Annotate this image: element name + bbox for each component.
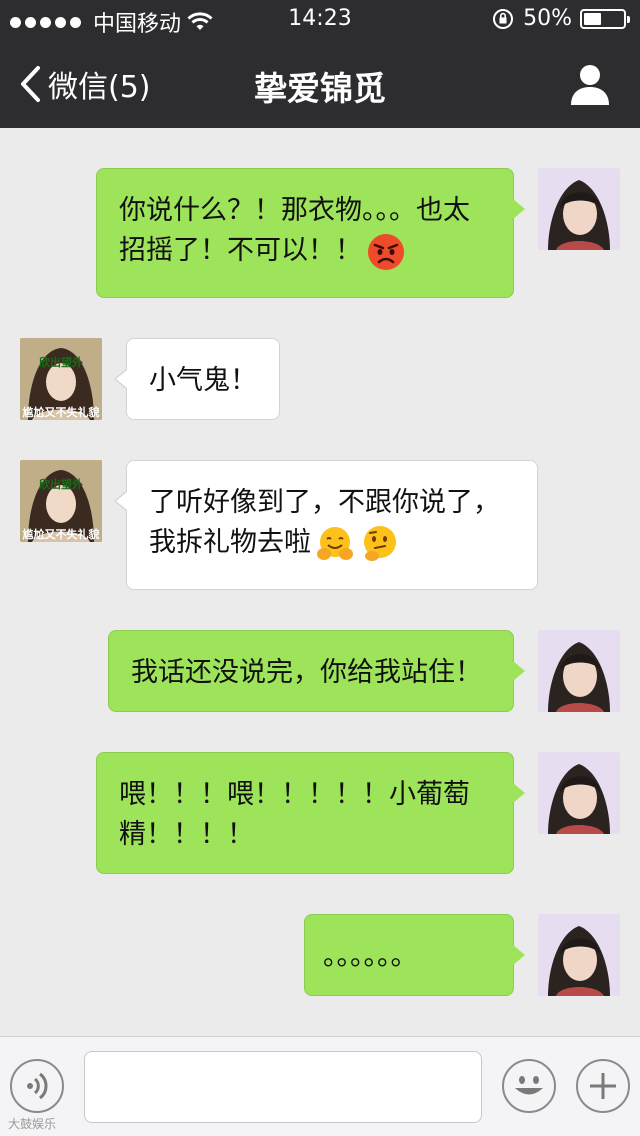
more-options-button[interactable]: [576, 1059, 630, 1113]
my-avatar[interactable]: [538, 914, 620, 996]
message-input[interactable]: [84, 1051, 482, 1123]
status-bar: 中国移动 14:23 50%: [0, 0, 640, 40]
avatar-portrait-image: [538, 914, 620, 996]
message-bubble-sent[interactable]: 我话还没说完，你给我站住！: [108, 630, 525, 712]
battery-icon: [580, 8, 630, 29]
message-text: 。。。。。。: [323, 941, 418, 972]
avatar-portrait-image: [538, 752, 620, 834]
thinking-face-emoji: [364, 525, 396, 561]
voice-input-button[interactable]: [10, 1059, 64, 1113]
avatar-caption-top: 欣出望外: [39, 478, 83, 491]
message-bubble-sent[interactable]: 。。。。。。: [304, 914, 525, 996]
avatar-caption-bottom: 尴尬又不失礼貌: [22, 406, 100, 419]
my-avatar[interactable]: [538, 630, 620, 712]
input-bar: 大鼓娱乐: [0, 1036, 640, 1136]
my-avatar[interactable]: [538, 752, 620, 834]
battery-percent: 50%: [523, 6, 572, 31]
emoji-button[interactable]: [502, 1059, 556, 1113]
avatar-portrait-image: [538, 630, 620, 712]
message-bubble-received[interactable]: 小气鬼！: [114, 338, 280, 420]
message-text: 小气鬼！: [149, 365, 257, 396]
voice-icon: [27, 1072, 48, 1100]
chat-title: 挚爱锦觅: [254, 69, 386, 108]
message-text: 喂！！！喂！！！！！小葡萄精！！！！: [119, 779, 470, 850]
smiley-icon: [515, 1076, 543, 1095]
watermark: 大鼓娱乐: [8, 1117, 57, 1131]
angry-face-emoji: [368, 233, 404, 270]
message-text: 我话还没说完，你给我站住！: [131, 657, 482, 688]
hugging-face-emoji: [317, 526, 353, 560]
avatar-portrait-image: [538, 168, 620, 250]
navigation-bar: 微信(5) 挚爱锦觅: [0, 40, 640, 128]
plus-icon: [590, 1073, 616, 1099]
profile-icon[interactable]: [570, 62, 610, 106]
my-avatar[interactable]: [538, 168, 620, 250]
contact-avatar[interactable]: 欣出望外 尴尬又不失礼貌: [20, 338, 102, 420]
message-bubble-sent[interactable]: 你说什么？！那衣物。。。也太招摇了！不可以！！: [96, 168, 525, 298]
avatar-caption-bottom: 尴尬又不失礼貌: [22, 528, 100, 541]
message-bubble-sent[interactable]: 喂！！！喂！！！！！小葡萄精！！！！: [96, 752, 525, 874]
avatar-caption-top: 欣出望外: [39, 356, 83, 369]
chat-area[interactable]: 你说什么？！那衣物。。。也太招摇了！不可以！！ 欣出望外 尴尬又不失礼貌 小气鬼…: [0, 128, 640, 1036]
message-text: 你说什么？！那衣物。。。也太招摇了！不可以！！: [119, 195, 470, 266]
contact-avatar[interactable]: 欣出望外 尴尬又不失礼貌: [20, 460, 102, 542]
message-bubble-received[interactable]: 了听好像到了，不跟你说了，我拆礼物去啦: [114, 460, 538, 590]
rotation-lock-icon: [493, 8, 514, 29]
